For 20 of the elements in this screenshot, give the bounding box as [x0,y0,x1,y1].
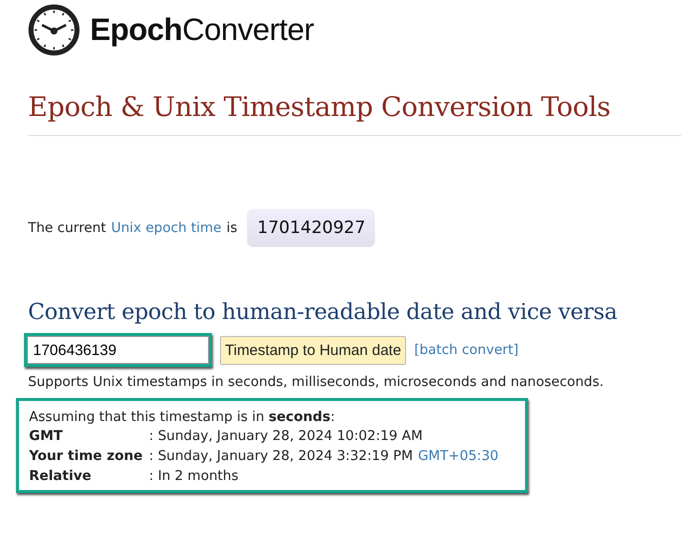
result-label: GMT [29,428,64,444]
current-epoch-value: 1701420927 [247,209,376,247]
result-value: : Sunday, January 28, 2024 10:02:19 AM [149,428,423,444]
result-value: : In 2 months [149,468,238,484]
convert-button[interactable]: Timestamp to Human date [220,336,406,364]
result-value: : Sunday, January 28, 2024 3:32:19 PM [149,448,413,464]
result-label: Relative [29,468,92,484]
timestamp-input[interactable]: 1706436139 [24,333,212,367]
page-title: Epoch & Unix Timestamp Conversion Tools [28,92,612,123]
section-heading: Convert epoch to human-readable date and vice versa [28,300,618,325]
epoch-time-link[interactable]: Unix epoch time [111,220,222,236]
result-intro: Assuming that this timestamp is in seconds: [29,409,336,425]
supports-note: Supports Unix timestamps in seconds, milliseconds, microseconds and nanoseconds. [28,374,605,390]
result-label: Your time zone [29,448,144,464]
current-time-label: The current [28,220,106,236]
clock-icon [28,4,80,56]
timezone-link[interactable]: GMT+05:30 [418,448,499,464]
batch-convert-link[interactable]: [batch convert] [414,342,519,358]
logo-text: EpochConverter [90,12,314,48]
current-time-label: is [226,220,238,236]
